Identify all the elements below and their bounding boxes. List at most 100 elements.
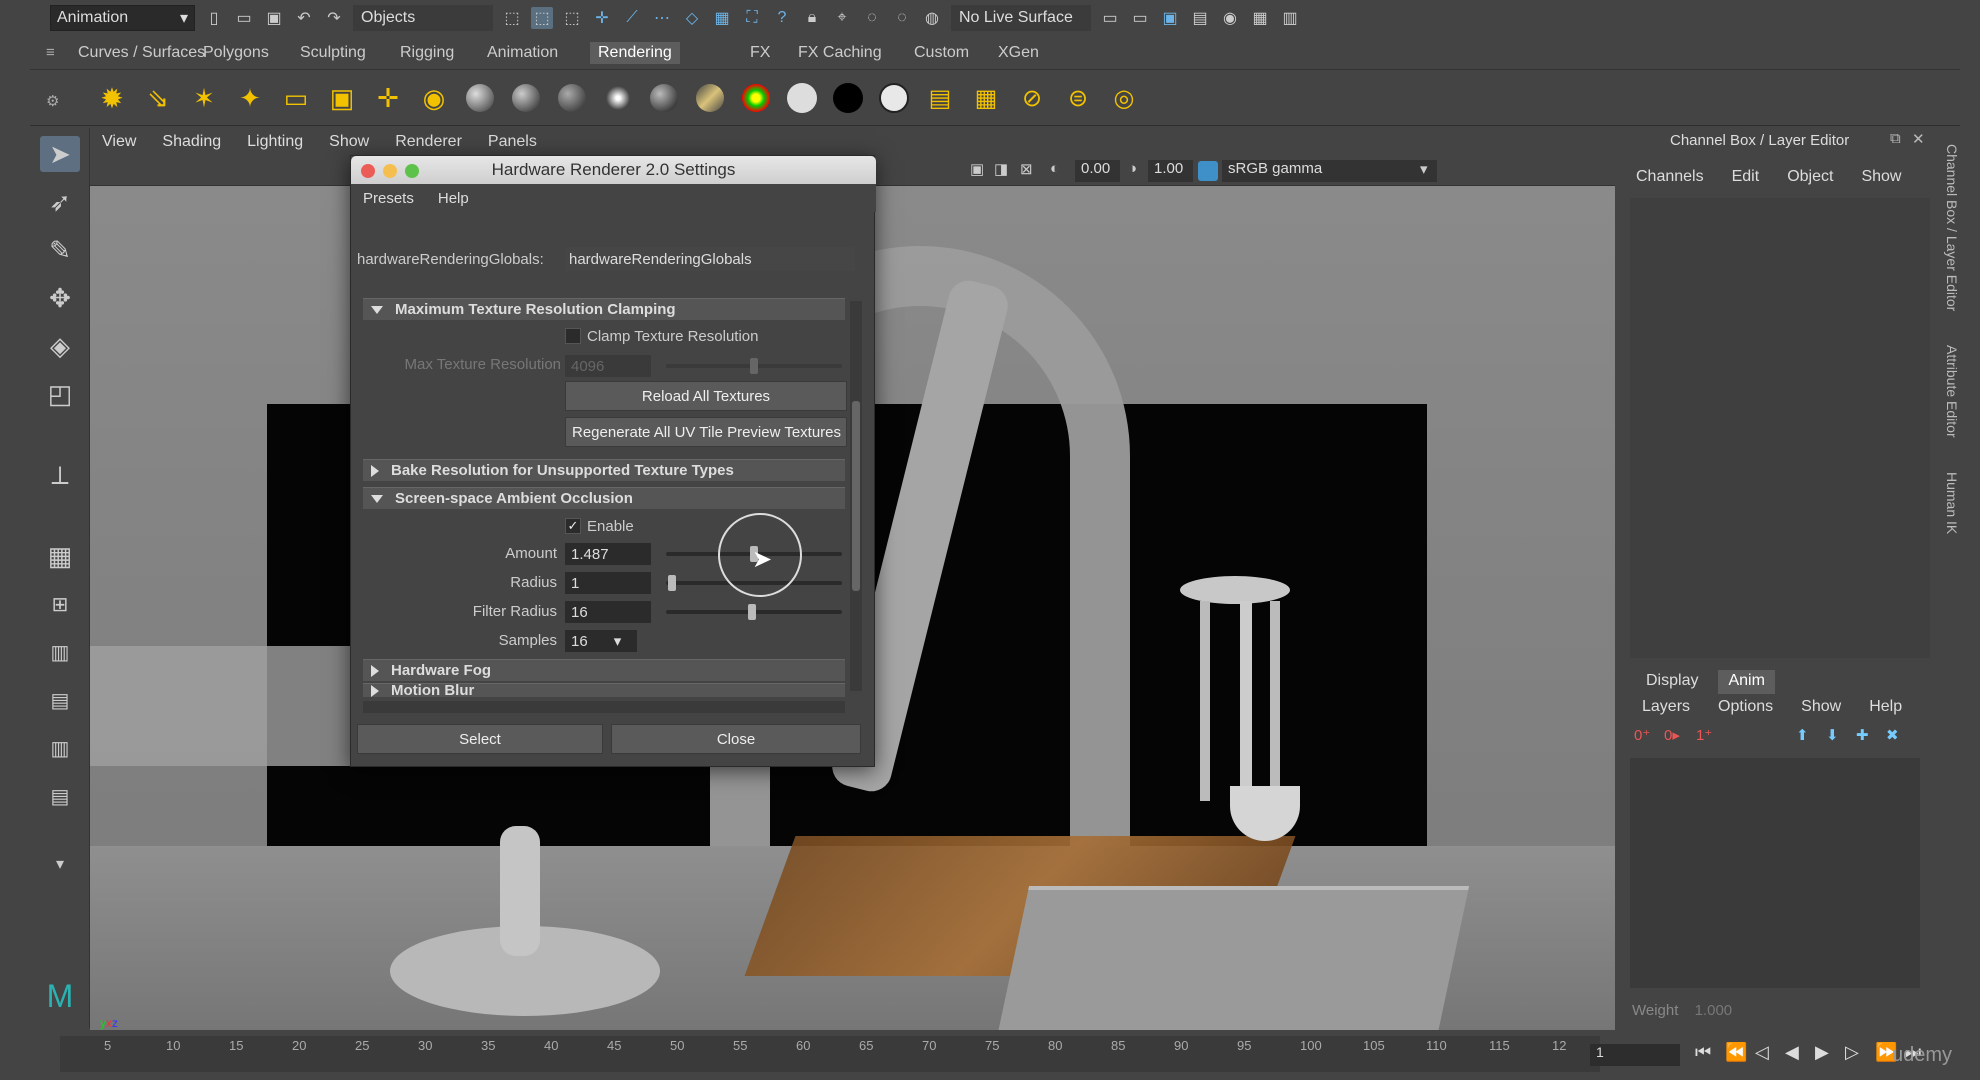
float-panel-icon[interactable]: ⧉ — [1890, 130, 1901, 147]
anisotropic-shader-icon[interactable] — [646, 80, 682, 116]
ssao-enable-checkbox[interactable]: ✓ — [565, 518, 581, 534]
side-tab-human-ik[interactable]: Human IK — [1944, 472, 1960, 534]
single-perspective-icon[interactable]: ▦ — [40, 538, 80, 574]
regenerate-uv-button[interactable]: Regenerate All UV Tile Preview Textures — [565, 417, 847, 447]
menu-help[interactable]: Help — [1869, 698, 1902, 722]
menu-view[interactable]: View — [102, 133, 136, 151]
layered-shader-icon[interactable] — [692, 80, 728, 116]
persp-outliner-icon[interactable]: ▥ — [40, 634, 80, 670]
slider-handle[interactable] — [750, 358, 758, 374]
help-line-icon[interactable]: ? — [771, 7, 793, 29]
color-space-dropdown[interactable]: sRGB gamma — [1222, 160, 1437, 182]
color-management-icon[interactable] — [1198, 161, 1218, 181]
horizontal-scrollbar[interactable] — [363, 701, 845, 713]
phong-shader-icon[interactable] — [508, 80, 544, 116]
paint-select-icon[interactable]: ◌ — [891, 7, 913, 29]
lambert-shader-icon[interactable] — [554, 80, 590, 116]
layout-icon[interactable]: ▦ — [1249, 7, 1271, 29]
directional-light-icon[interactable]: ⇘ — [140, 80, 176, 116]
render-settings-shelf-icon[interactable]: ⊜ — [1060, 80, 1096, 116]
snap-view-icon[interactable]: ◇ — [681, 7, 703, 29]
camera-aim-icon[interactable]: ◉ — [416, 80, 452, 116]
surface-shader-white-icon[interactable] — [784, 80, 820, 116]
rotate-tool-icon[interactable]: ◈ — [40, 328, 80, 364]
ipr-render-icon[interactable]: ▦ — [968, 80, 1004, 116]
blinn-shader-icon[interactable] — [462, 80, 498, 116]
select-button[interactable]: Select — [357, 724, 603, 754]
tab-animation[interactable]: Animation — [479, 42, 566, 64]
close-icon[interactable]: ✕ — [1912, 130, 1925, 148]
menu-channels[interactable]: Channels — [1636, 168, 1704, 192]
tab-polygons[interactable]: Polygons — [195, 42, 277, 64]
camera-icon[interactable]: ✛ — [370, 80, 406, 116]
point-light-icon[interactable]: ✶ — [186, 80, 222, 116]
menu-show[interactable]: Show — [1801, 698, 1841, 722]
time-slider[interactable]: 5 10 15 20 25 30 35 40 45 50 55 60 65 70… — [60, 1036, 1600, 1072]
menu-show[interactable]: Show — [1861, 168, 1901, 192]
ambient-light-icon[interactable]: ✹ — [94, 80, 130, 116]
menu-show[interactable]: Show — [329, 133, 369, 151]
exposure-field[interactable]: 0.00 — [1075, 160, 1120, 182]
tab-xgen[interactable]: XGen — [990, 42, 1047, 64]
undo-icon[interactable]: ↶ — [293, 7, 315, 29]
channel-box-area[interactable] — [1630, 198, 1930, 658]
magnet-icon[interactable]: ◍ — [921, 7, 943, 29]
menu-object[interactable]: Object — [1787, 168, 1833, 192]
scale-tool-icon[interactable]: ◰ — [40, 376, 80, 412]
redo-icon[interactable]: ↷ — [323, 7, 345, 29]
snap-surface-icon[interactable]: ▦ — [711, 7, 733, 29]
snap-curve-icon[interactable]: ⟋ — [621, 7, 643, 29]
select-tool-icon[interactable]: ➤ — [40, 136, 80, 172]
current-frame-field[interactable]: 1 — [1590, 1044, 1680, 1066]
toolbox-more-icon[interactable]: ▾ — [40, 846, 80, 882]
slider-handle[interactable] — [668, 575, 676, 591]
frame-ssao[interactable]: Screen-space Ambient Occlusion — [363, 487, 845, 509]
select-object-icon[interactable]: ⬚ — [531, 7, 553, 29]
render-current-icon[interactable]: ▤ — [922, 80, 958, 116]
filter-radius-field[interactable]: 16 — [565, 601, 651, 623]
exposure-icon[interactable]: ◐ — [1050, 160, 1059, 177]
open-scene-icon[interactable]: ▭ — [233, 7, 255, 29]
surface-shader-black-icon[interactable] — [830, 80, 866, 116]
field-chart-icon[interactable]: ⊠ — [1020, 160, 1033, 178]
menu-shading[interactable]: Shading — [162, 133, 221, 151]
select-hierarchy-icon[interactable]: ⬚ — [501, 7, 523, 29]
tab-rendering[interactable]: Rendering — [590, 42, 680, 64]
remove-layer-icon[interactable]: ✖ — [1886, 726, 1899, 744]
batch-render-icon[interactable]: ⊘ — [1014, 80, 1050, 116]
use-background-shader-icon[interactable] — [876, 80, 912, 116]
max-texture-field[interactable]: 4096 — [565, 355, 651, 377]
go-to-start-icon[interactable]: ⏮ — [1695, 1042, 1711, 1063]
paint-select-tool-icon[interactable]: ✎ — [40, 232, 80, 268]
four-view-icon[interactable]: ⊞ — [40, 586, 80, 622]
amount-field[interactable]: 1.487 — [565, 543, 651, 565]
step-back-key-icon[interactable]: ⏪ — [1725, 1042, 1747, 1063]
render-view-icon[interactable]: ▭ — [1099, 7, 1121, 29]
step-forward-frame-icon[interactable]: ▷ — [1845, 1042, 1859, 1063]
slider-handle[interactable] — [748, 604, 756, 620]
reload-textures-button[interactable]: Reload All Textures — [565, 381, 847, 411]
clamp-texture-checkbox[interactable] — [565, 328, 581, 344]
save-scene-icon[interactable]: ▣ — [263, 7, 285, 29]
new-layer-override-icon[interactable]: 1⁺ — [1696, 726, 1712, 744]
gate-mask-icon[interactable]: ◨ — [994, 160, 1008, 178]
shelf-settings-icon[interactable]: ⚙ — [46, 92, 59, 110]
gamma-icon[interactable]: ◑ — [1128, 160, 1137, 177]
hypershade-shelf-icon[interactable]: ◎ — [1106, 80, 1142, 116]
scrollbar-thumb[interactable] — [852, 401, 860, 591]
frame-motion-blur[interactable]: Motion Blur — [363, 683, 845, 697]
snap-live-icon[interactable]: ⛶ — [741, 7, 763, 29]
ipr-icon[interactable]: ▣ — [1159, 7, 1181, 29]
construction-history-icon[interactable]: ⌖ — [831, 7, 853, 29]
new-layer-icon[interactable]: 0⁺ — [1634, 726, 1650, 744]
lock-icon[interactable]: 🔒︎ — [801, 7, 823, 29]
phonge-shader-icon[interactable] — [600, 80, 636, 116]
panel-icon[interactable]: ▥ — [1279, 7, 1301, 29]
area-light-icon[interactable]: ▭ — [278, 80, 314, 116]
ramp-shader-icon[interactable] — [738, 80, 774, 116]
new-scene-icon[interactable]: ▯ — [203, 7, 225, 29]
play-backward-icon[interactable]: ◀ — [1785, 1042, 1799, 1063]
move-layer-up-icon[interactable]: ⬆ — [1796, 726, 1809, 744]
tab-curves-surfaces[interactable]: Curves / Surfaces — [70, 42, 213, 64]
snap-point-icon[interactable]: ⋯ — [651, 7, 673, 29]
